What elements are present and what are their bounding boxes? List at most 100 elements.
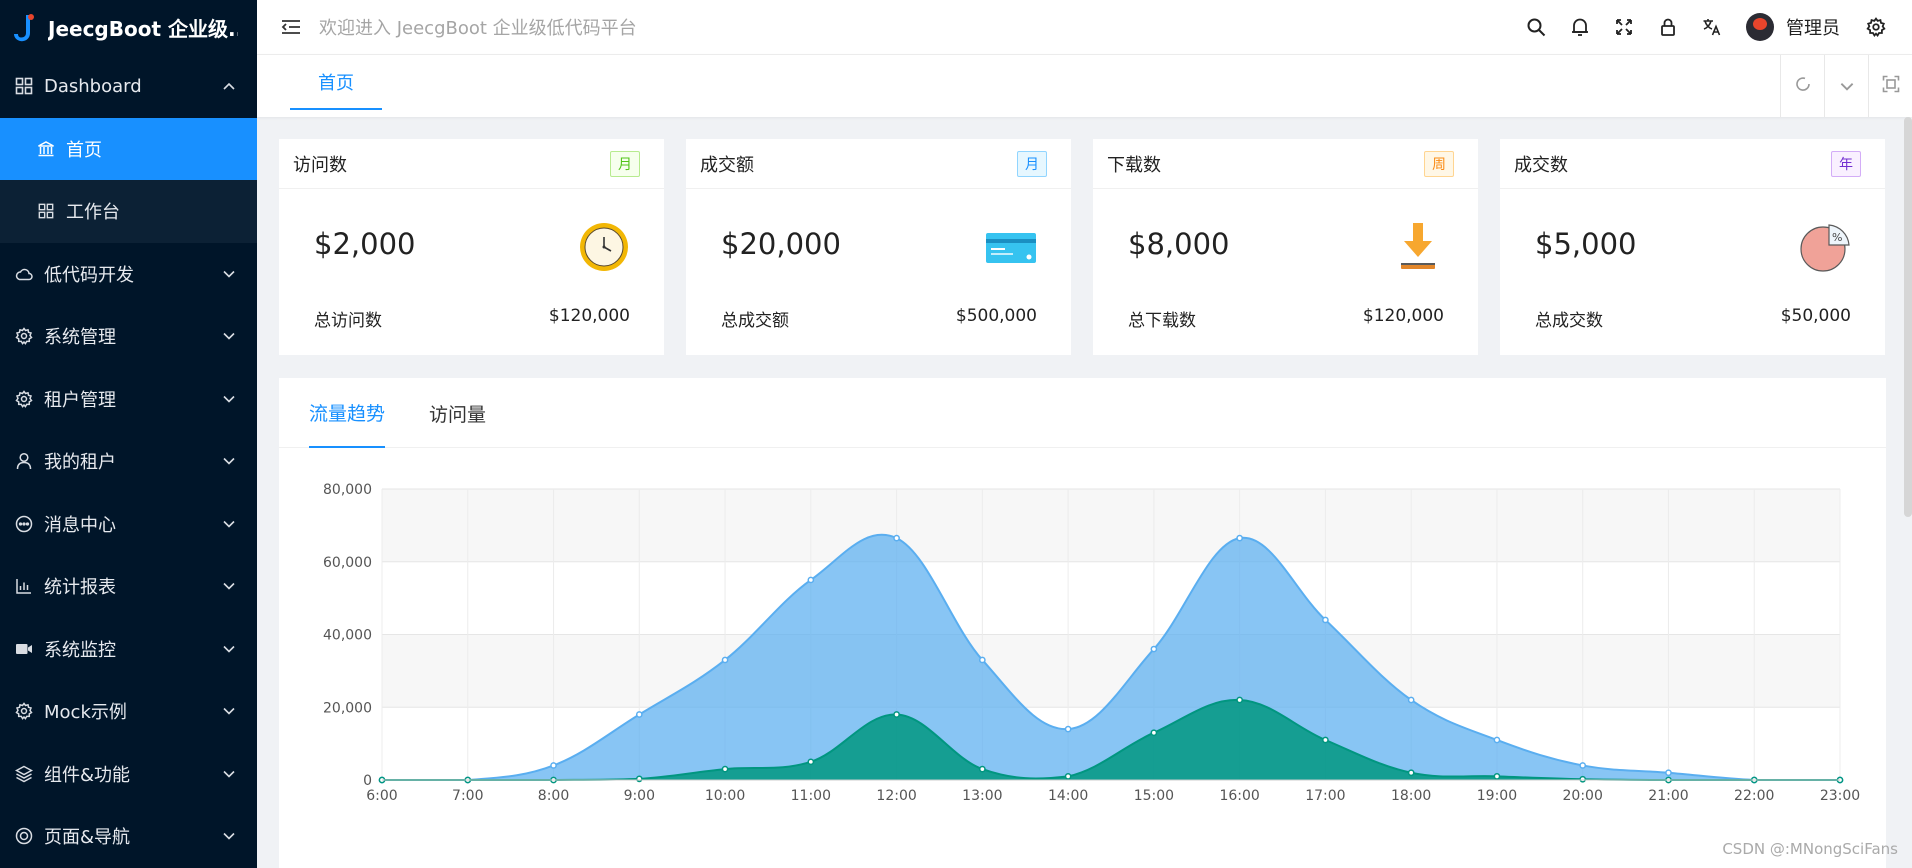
sidebar-item-system[interactable]: 系统管理 <box>0 305 257 368</box>
chevron-down-icon <box>1840 76 1854 96</box>
top-header: 欢迎进入 JeecgBoot 企业级低代码平台 管理员 <box>257 0 1912 55</box>
tab-traffic-trend[interactable]: 流量趋势 <box>309 378 386 448</box>
sidebar-item-lowcode[interactable]: 低代码开发 <box>0 243 257 306</box>
grid-band <box>382 489 1840 562</box>
sidebar-item-components[interactable]: 组件&功能 <box>0 743 257 806</box>
y-tick-label: 40,000 <box>323 628 372 644</box>
data-point <box>1493 773 1501 780</box>
x-tick-label: 6:00 <box>366 788 397 804</box>
settings-icon[interactable] <box>1865 16 1887 38</box>
stat-card-deals: 成交数 年 $5,000 % 总成交数 $50,000 <box>1500 139 1885 355</box>
chart-tabs: 流量趋势 访问量 <box>279 378 1886 448</box>
x-tick-label: 9:00 <box>624 788 655 804</box>
sidebar: JeecgBoot 企业级... Dashboard 首页 工作台 低代码开发 <box>0 0 257 868</box>
sidebar-item-label: 统计报表 <box>44 577 116 599</box>
refresh-button[interactable] <box>1780 55 1824 117</box>
data-point <box>1493 736 1501 744</box>
sidebar-item-workbench[interactable]: 工作台 <box>0 180 257 243</box>
scrollbar[interactable] <box>1904 117 1912 517</box>
gear-icon <box>14 701 34 721</box>
sidebar-item-label: 首页 <box>66 139 102 161</box>
menu-fold-icon[interactable] <box>279 15 303 39</box>
x-tick-label: 20:00 <box>1563 788 1603 804</box>
x-tick-label: 17:00 <box>1305 788 1345 804</box>
stat-card-revenue: 成交额 月 $20,000 总成交额 $500,000 <box>686 139 1071 355</box>
credit-card-icon <box>985 221 1037 273</box>
x-tick-label: 22:00 <box>1734 788 1774 804</box>
sidebar-item-label: Mock示例 <box>44 702 127 724</box>
sidebar-item-dashboard[interactable]: Dashboard <box>0 55 257 118</box>
tab-visits[interactable]: 访问量 <box>429 378 486 448</box>
y-tick-label: 60,000 <box>323 555 372 571</box>
grid-band <box>382 634 1840 708</box>
data-point <box>1322 616 1329 624</box>
tab-home[interactable]: 首页 <box>290 55 382 110</box>
x-tick-label: 16:00 <box>1219 788 1259 804</box>
sidebar-item-label: 租户管理 <box>44 389 116 411</box>
data-point <box>1150 729 1158 737</box>
sidebar-item-label: 页面&导航 <box>44 827 131 849</box>
video-icon <box>14 639 34 659</box>
fullscreen-icon[interactable] <box>1613 16 1635 38</box>
jeecg-logo-icon <box>12 13 36 43</box>
grid-icon <box>36 201 56 221</box>
watermark: CSDN @:MNongSciFans <box>1722 840 1898 858</box>
data-point <box>721 656 729 664</box>
card-foot-value: $120,000 <box>548 306 630 326</box>
chevron-down-icon <box>223 518 235 530</box>
translate-icon[interactable] <box>1701 16 1723 38</box>
chevron-down-icon <box>223 580 235 592</box>
card-title: 访问数 <box>293 154 347 176</box>
card-foot-label: 总访问数 <box>314 311 382 331</box>
x-tick-label: 11:00 <box>791 788 831 804</box>
data-point <box>1236 696 1243 704</box>
chevron-down-icon <box>223 830 235 842</box>
card-title: 成交数 <box>1514 154 1568 176</box>
sidebar-item-label: 组件&功能 <box>44 764 131 786</box>
data-point <box>979 765 986 773</box>
sidebar-item-label: 低代码开发 <box>44 264 134 286</box>
header-actions: 管理员 <box>1514 13 1898 41</box>
sidebar-item-mock[interactable]: Mock示例 <box>0 680 257 743</box>
data-point <box>807 758 815 766</box>
data-point <box>1407 696 1415 704</box>
x-tick-label: 8:00 <box>538 788 569 804</box>
avatar[interactable] <box>1746 13 1774 41</box>
card-foot-value: $50,000 <box>1780 306 1851 326</box>
x-tick-label: 18:00 <box>1391 788 1431 804</box>
data-point <box>1579 775 1587 783</box>
chevron-down-icon <box>223 330 235 342</box>
x-tick-label: 7:00 <box>452 788 483 804</box>
sidebar-item-monitor[interactable]: 系统监控 <box>0 618 257 681</box>
card-value: $20,000 <box>721 227 841 261</box>
sidebar-item-message[interactable]: 消息中心 <box>0 493 257 556</box>
sidebar-item-home[interactable]: 首页 <box>0 117 257 180</box>
bell-icon[interactable] <box>1569 16 1591 38</box>
clock-icon <box>578 221 630 273</box>
sidebar-item-tenant[interactable]: 租户管理 <box>0 368 257 431</box>
x-tick-label: 23:00 <box>1820 788 1860 804</box>
data-point <box>550 762 557 769</box>
data-point <box>893 711 900 718</box>
chevron-down-icon <box>223 268 235 280</box>
app-logo[interactable]: JeecgBoot 企业级... <box>0 0 257 55</box>
x-tick-label: 12:00 <box>876 788 916 804</box>
sidebar-item-my-tenant[interactable]: 我的租户 <box>0 430 257 493</box>
svg-text:%: % <box>1832 231 1842 244</box>
sidebar-item-pages[interactable]: 页面&导航 <box>0 805 257 868</box>
refresh-icon <box>1794 75 1812 98</box>
chevron-down-icon <box>223 705 235 717</box>
x-tick-label: 15:00 <box>1134 788 1174 804</box>
data-point <box>1579 762 1587 769</box>
sidebar-item-report[interactable]: 统计报表 <box>0 555 257 618</box>
y-tick-label: 80,000 <box>323 482 372 498</box>
search-icon[interactable] <box>1525 16 1547 38</box>
expand-icon <box>1882 75 1900 98</box>
tab-fold-button[interactable] <box>1868 55 1912 117</box>
user-name[interactable]: 管理员 <box>1786 14 1840 40</box>
card-foot-label: 总下载数 <box>1128 311 1196 331</box>
lock-icon[interactable] <box>1657 16 1679 38</box>
user-icon <box>14 451 34 471</box>
chevron-down-icon <box>223 393 235 405</box>
tab-dropdown-button[interactable] <box>1824 55 1868 117</box>
